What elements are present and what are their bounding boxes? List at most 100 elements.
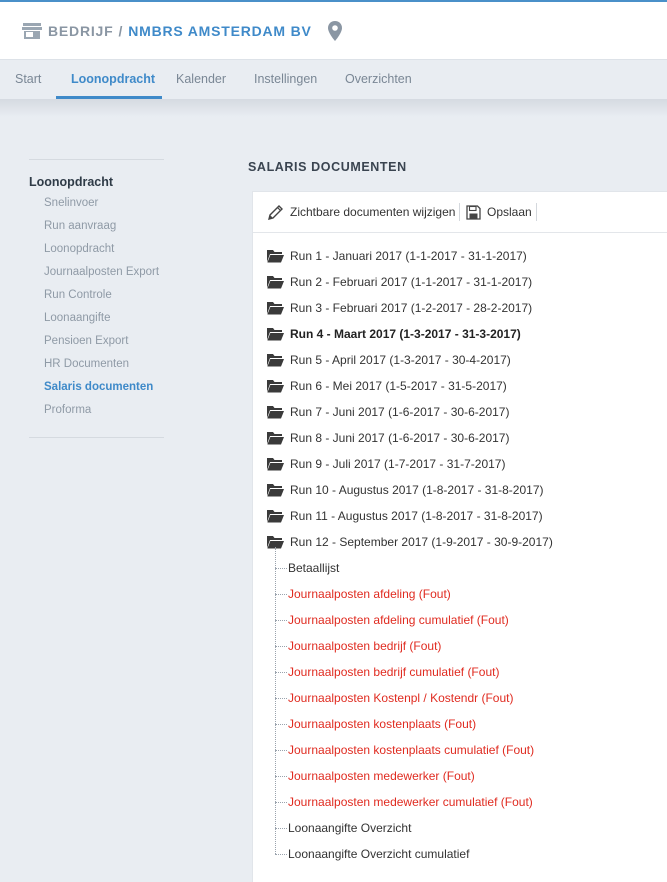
run-folder-8[interactable]: Run 8 - Juni 2017 (1-6-2017 - 30-6-2017) <box>267 427 509 449</box>
sidebar-item-run-controle[interactable]: Run Controle <box>29 284 164 307</box>
sidebar-item-salaris-documenten[interactable]: Salaris documenten <box>29 376 164 399</box>
folder-icon <box>267 405 284 419</box>
run-folder-label: Run 7 - Juni 2017 (1-6-2017 - 30-6-2017) <box>290 405 510 419</box>
document-link[interactable]: Journaalposten medewerker (Fout) <box>275 765 475 787</box>
document-label: Journaalposten afdeling cumulatief (Fout… <box>288 613 509 627</box>
tree-connector-tick <box>275 645 287 647</box>
tree-connector-tick <box>275 723 287 725</box>
run-folder-label: Run 6 - Mei 2017 (1-5-2017 - 31-5-2017) <box>290 379 507 393</box>
tree-connector-tick <box>275 567 287 569</box>
run-folder-12[interactable]: Run 12 - September 2017 (1-9-2017 - 30-9… <box>267 531 553 553</box>
documents-panel: Zichtbare documenten wijzigen Opslaan Ru… <box>252 191 667 882</box>
run-folder-6[interactable]: Run 6 - Mei 2017 (1-5-2017 - 31-5-2017) <box>267 375 507 397</box>
store-icon <box>22 22 42 40</box>
folder-icon <box>267 249 284 263</box>
folder-icon <box>267 275 284 289</box>
sidebar-item-run-aanvraag[interactable]: Run aanvraag <box>29 215 164 238</box>
document-link[interactable]: Journaalposten bedrijf cumulatief (Fout) <box>275 661 499 683</box>
location-pin-icon[interactable] <box>327 20 342 41</box>
sidebar-item-pensioen-export[interactable]: Pensioen Export <box>29 330 164 353</box>
folder-icon <box>267 353 284 367</box>
breadcrumb-company[interactable]: NMBRS AMSTERDAM BV <box>128 23 311 39</box>
save-label: Opslaan <box>487 205 532 219</box>
run-folder-label: Run 9 - Juli 2017 (1-7-2017 - 31-7-2017) <box>290 457 506 471</box>
sidebar-item-loonaangifte[interactable]: Loonaangifte <box>29 307 164 330</box>
documents-toolbar: Zichtbare documenten wijzigen Opslaan <box>253 192 667 233</box>
save-button[interactable]: Opslaan <box>466 202 532 222</box>
sidebar-divider-top <box>29 159 164 160</box>
breadcrumb-separator: / <box>118 22 124 39</box>
run-folder-label: Run 12 - September 2017 (1-9-2017 - 30-9… <box>290 535 553 549</box>
tab-instellingen[interactable]: Instellingen <box>254 60 317 99</box>
document-link[interactable]: Loonaangifte Overzicht <box>275 817 411 839</box>
tree-connector-tick <box>275 697 287 699</box>
document-link[interactable]: Journaalposten medewerker cumulatief (Fo… <box>275 791 533 813</box>
document-link[interactable]: Journaalposten Kostenpl / Kostendr (Fout… <box>275 687 513 709</box>
document-label: Journaalposten bedrijf (Fout) <box>288 639 442 653</box>
main-tabs: Start Loonopdracht Kalender Instellingen… <box>0 59 667 100</box>
sidebar-title: Loonopdracht <box>29 175 114 189</box>
document-label: Journaalposten bedrijf cumulatief (Fout) <box>288 665 500 679</box>
document-label: Journaalposten kostenplaats (Fout) <box>288 717 477 731</box>
edit-visible-documents-button[interactable]: Zichtbare documenten wijzigen <box>267 202 455 222</box>
toolbar-divider-end <box>536 203 537 221</box>
run-folder-1[interactable]: Run 1 - Januari 2017 (1-1-2017 - 31-1-20… <box>267 245 527 267</box>
run-folder-2[interactable]: Run 2 - Februari 2017 (1-1-2017 - 31-1-2… <box>267 271 532 293</box>
tree-connector-tick <box>275 801 287 803</box>
sidebar-item-snelinvoer[interactable]: Snelinvoer <box>29 192 164 215</box>
folder-icon <box>267 457 284 471</box>
document-label: Loonaangifte Overzicht <box>288 821 412 835</box>
run-folder-label: Run 1 - Januari 2017 (1-1-2017 - 31-1-20… <box>290 249 527 263</box>
sidebar-item-hr-documenten[interactable]: HR Documenten <box>29 353 164 376</box>
document-label: Journaalposten afdeling (Fout) <box>288 587 451 601</box>
tree-connector-tick <box>275 827 287 829</box>
document-link[interactable]: Journaalposten kostenplaats (Fout) <box>275 713 476 735</box>
tree-connector-tick <box>275 619 287 621</box>
document-link[interactable]: Betaallijst <box>275 557 339 579</box>
document-label: Journaalposten Kostenpl / Kostendr (Fout… <box>288 691 514 705</box>
sidebar-item-loonopdracht[interactable]: Loonopdracht <box>29 238 164 261</box>
run-folder-9[interactable]: Run 9 - Juli 2017 (1-7-2017 - 31-7-2017) <box>267 453 505 475</box>
tab-kalender[interactable]: Kalender <box>176 60 226 99</box>
run-folder-label: Run 4 - Maart 2017 (1-3-2017 - 31-3-2017… <box>290 327 521 341</box>
run-folder-label: Run 2 - Februari 2017 (1-1-2017 - 31-1-2… <box>290 275 533 289</box>
sidebar: Loonopdracht Snelinvoer Run aanvraag Loo… <box>29 159 164 438</box>
edit-visible-documents-label: Zichtbare documenten wijzigen <box>290 205 456 219</box>
sidebar-divider-bottom <box>29 437 164 438</box>
breadcrumb: BEDRIJF / NMBRS AMSTERDAM BV <box>48 23 312 39</box>
run-folder-label: Run 8 - Juni 2017 (1-6-2017 - 30-6-2017) <box>290 431 510 445</box>
document-label: Betaallijst <box>288 561 340 575</box>
document-link[interactable]: Journaalposten bedrijf (Fout) <box>275 635 441 657</box>
document-label: Journaalposten medewerker (Fout) <box>288 769 475 783</box>
breadcrumb-section[interactable]: BEDRIJF <box>48 23 114 39</box>
tree-connector-tick <box>275 775 287 777</box>
run-folder-11[interactable]: Run 11 - Augustus 2017 (1-8-2017 - 31-8-… <box>267 505 543 527</box>
folder-icon <box>267 509 284 523</box>
document-link[interactable]: Journaalposten kostenplaats cumulatief (… <box>275 739 534 761</box>
run-folder-label: Run 11 - Augustus 2017 (1-8-2017 - 31-8-… <box>290 509 543 523</box>
document-link[interactable]: Journaalposten afdeling (Fout) <box>275 583 451 605</box>
tab-overzichten[interactable]: Overzichten <box>345 60 412 99</box>
folder-icon <box>267 327 284 341</box>
tab-start[interactable]: Start <box>15 60 41 99</box>
header-bar: BEDRIJF / NMBRS AMSTERDAM BV <box>0 2 667 59</box>
pencil-icon <box>267 204 284 221</box>
run-folder-5[interactable]: Run 5 - April 2017 (1-3-2017 - 30-4-2017… <box>267 349 511 371</box>
run-folder-4[interactable]: Run 4 - Maart 2017 (1-3-2017 - 31-3-2017… <box>267 323 521 345</box>
run-folder-7[interactable]: Run 7 - Juni 2017 (1-6-2017 - 30-6-2017) <box>267 401 509 423</box>
document-link[interactable]: Loonaangifte Overzicht cumulatief <box>275 843 469 865</box>
run-folder-label: Run 10 - Augustus 2017 (1-8-2017 - 31-8-… <box>290 483 544 497</box>
document-label: Journaalposten kostenplaats cumulatief (… <box>288 743 535 757</box>
run-folder-10[interactable]: Run 10 - Augustus 2017 (1-8-2017 - 31-8-… <box>267 479 544 501</box>
sidebar-item-journaalposten-export[interactable]: Journaalposten Export <box>29 261 164 284</box>
run-folder-3[interactable]: Run 3 - Februari 2017 (1-2-2017 - 28-2-2… <box>267 297 532 319</box>
sidebar-item-proforma[interactable]: Proforma <box>29 399 164 422</box>
tab-loonopdracht[interactable]: Loonopdracht <box>71 60 155 99</box>
document-label: Journaalposten medewerker cumulatief (Fo… <box>288 795 533 809</box>
tree-connector-tick <box>275 593 287 595</box>
tree-connector-tick <box>275 853 287 855</box>
tree-connector-tick <box>275 749 287 751</box>
folder-icon <box>267 483 284 497</box>
tree-connector-tick <box>275 671 287 673</box>
document-link[interactable]: Journaalposten afdeling cumulatief (Fout… <box>275 609 509 631</box>
